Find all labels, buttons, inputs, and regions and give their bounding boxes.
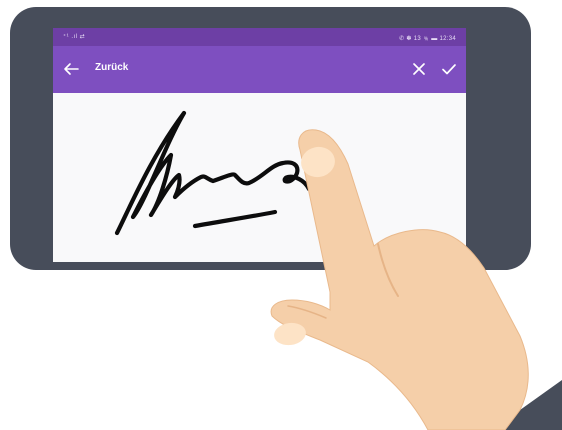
clear-signature-button[interactable] [408,58,430,80]
tablet-device: ⁺¹ .ıl ⇄ ✆ ✽ 13 ﹪ ▬ 12:34 Zurück [10,7,531,270]
check-icon [442,64,456,75]
tablet-screen: ⁺¹ .ıl ⇄ ✆ ✽ 13 ﹪ ▬ 12:34 Zurück [53,28,466,262]
close-icon [413,63,425,75]
page-title: Zurück [95,62,129,73]
signature-canvas[interactable] [53,93,466,262]
status-bar-left: ⁺¹ .ıl ⇄ [63,34,86,40]
app-bar: Zurück [53,46,466,93]
signature-stroke [114,110,312,236]
status-bar-right: ✆ ✽ 13 ﹪ ▬ 12:34 [399,36,456,42]
arrow-left-icon [64,63,79,75]
confirm-signature-button[interactable] [438,58,460,80]
back-button[interactable] [59,57,83,81]
status-bar: ⁺¹ .ıl ⇄ ✆ ✽ 13 ﹪ ▬ 12:34 [53,28,466,46]
